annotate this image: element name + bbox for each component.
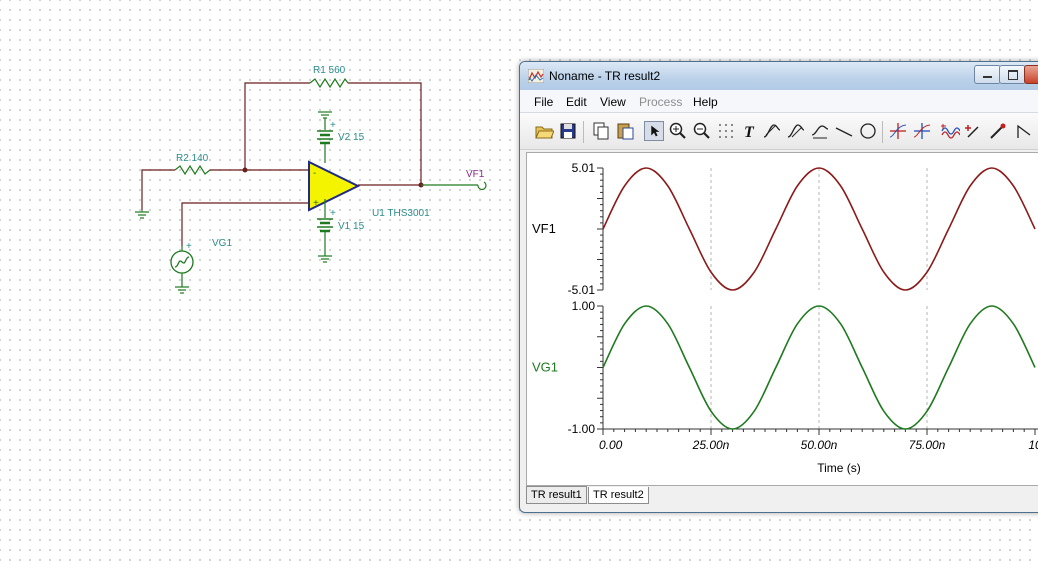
- opamp-plus: +: [313, 198, 319, 209]
- x-tick-label: 25.00n: [692, 438, 730, 452]
- v1-label: V1 15: [338, 221, 365, 232]
- app-icon: [528, 69, 544, 83]
- tab-tr-result1[interactable]: TR result1: [526, 486, 587, 504]
- menu-edit[interactable]: Edit: [566, 95, 587, 109]
- menu-bar: File Edit View Process Help: [520, 90, 1038, 113]
- v2-label: V2 15: [338, 132, 365, 143]
- tr-result-window[interactable]: Noname - TR result2 File Edit View Proce…: [519, 61, 1038, 513]
- y-tick-label: 5.01: [572, 161, 596, 175]
- menu-help[interactable]: Help: [693, 95, 718, 109]
- svg-text:T: T: [744, 124, 755, 141]
- junction-node: [242, 167, 248, 173]
- pointer-button[interactable]: [644, 121, 664, 141]
- series-label-vg1: VG1: [532, 360, 558, 375]
- menu-process[interactable]: Process: [639, 95, 682, 109]
- r1-label: R1 560: [313, 65, 346, 76]
- y-tick-label: -1.00: [568, 422, 596, 436]
- r1-resistor[interactable]: [309, 77, 349, 89]
- tab-tr-result2[interactable]: TR result2: [588, 487, 649, 504]
- window-title: Noname - TR result2: [549, 69, 661, 83]
- pointer-icon: [651, 125, 660, 137]
- waveform-chart[interactable]: 5.01 -5.01 VF1 1.00 -1.00 VG1 0.00 25.00n 50.00n…: [527, 153, 1038, 485]
- x-tick-label: 0.00: [599, 438, 623, 452]
- close-button[interactable]: [1024, 65, 1038, 84]
- menu-file[interactable]: File: [534, 95, 553, 109]
- cursor-a-icon[interactable]: [762, 121, 782, 141]
- v2-plus: +: [330, 120, 336, 131]
- y-tick-label: -5.01: [568, 283, 596, 297]
- probe-icon: [477, 181, 487, 191]
- cursor-a-marker-icon[interactable]: [888, 121, 908, 141]
- maximize-button[interactable]: [999, 65, 1026, 84]
- vf1-label: VF1: [466, 169, 485, 180]
- curve-icon[interactable]: [810, 121, 830, 141]
- vg1-plus: +: [186, 241, 192, 252]
- u1-label: U1 THS3001: [372, 208, 430, 219]
- text-icon[interactable]: T: [740, 121, 760, 141]
- vg1-wire: [181, 202, 309, 246]
- save-icon[interactable]: [558, 121, 578, 141]
- wave-icon[interactable]: [940, 121, 960, 141]
- y-tick-label: 1.00: [572, 299, 596, 313]
- cursor-b-icon[interactable]: [786, 121, 806, 141]
- marker-icon[interactable]: [964, 121, 984, 141]
- grid-icon[interactable]: [716, 121, 736, 141]
- zoom-100-icon[interactable]: [692, 121, 712, 141]
- ground-symbol-left: [135, 210, 149, 219]
- paste-icon[interactable]: [615, 121, 635, 141]
- cursor-b-marker-icon[interactable]: [912, 121, 932, 141]
- toolbar: T: [520, 113, 1038, 150]
- title-bar[interactable]: Noname - TR result2: [520, 62, 1038, 90]
- plot-area[interactable]: 5.01 -5.01 VF1 1.00 -1.00 VG1 0.00 25.00n 50.00n…: [526, 152, 1038, 486]
- r2-resistor[interactable]: [174, 164, 211, 176]
- vg1-label: VG1: [212, 238, 232, 249]
- x-tick-label: 10: [1028, 438, 1038, 452]
- feedback-wire: [244, 82, 310, 170]
- minimize-icon: [983, 76, 992, 78]
- v1-plus: +: [330, 208, 336, 219]
- zoom-in-icon[interactable]: [668, 121, 688, 141]
- x-axis-label: Time (s): [817, 461, 861, 475]
- r2-left-wire: [141, 169, 175, 210]
- menu-view[interactable]: View: [600, 95, 626, 109]
- step-icon[interactable]: [1014, 121, 1034, 141]
- ground-symbol-vg1: [175, 273, 189, 294]
- x-tick-label: 50.00n: [801, 438, 838, 452]
- x-tick-label: 75.00n: [909, 438, 946, 452]
- pen-icon[interactable]: [988, 121, 1008, 141]
- minimize-button[interactable]: [974, 65, 1001, 84]
- open-icon[interactable]: [534, 121, 554, 141]
- r2-label: R2 140: [176, 153, 209, 164]
- line-icon[interactable]: [834, 121, 854, 141]
- copy-icon[interactable]: [591, 121, 611, 141]
- circuit-schematic[interactable]: R1 560 R2 140 + VG1 + V2 15 - + VF1 U1 T…: [0, 0, 519, 561]
- circle-icon[interactable]: [858, 121, 878, 141]
- maximize-icon: [1008, 70, 1018, 80]
- opamp-minus: -: [313, 168, 316, 179]
- series-label-vf1: VF1: [532, 221, 556, 236]
